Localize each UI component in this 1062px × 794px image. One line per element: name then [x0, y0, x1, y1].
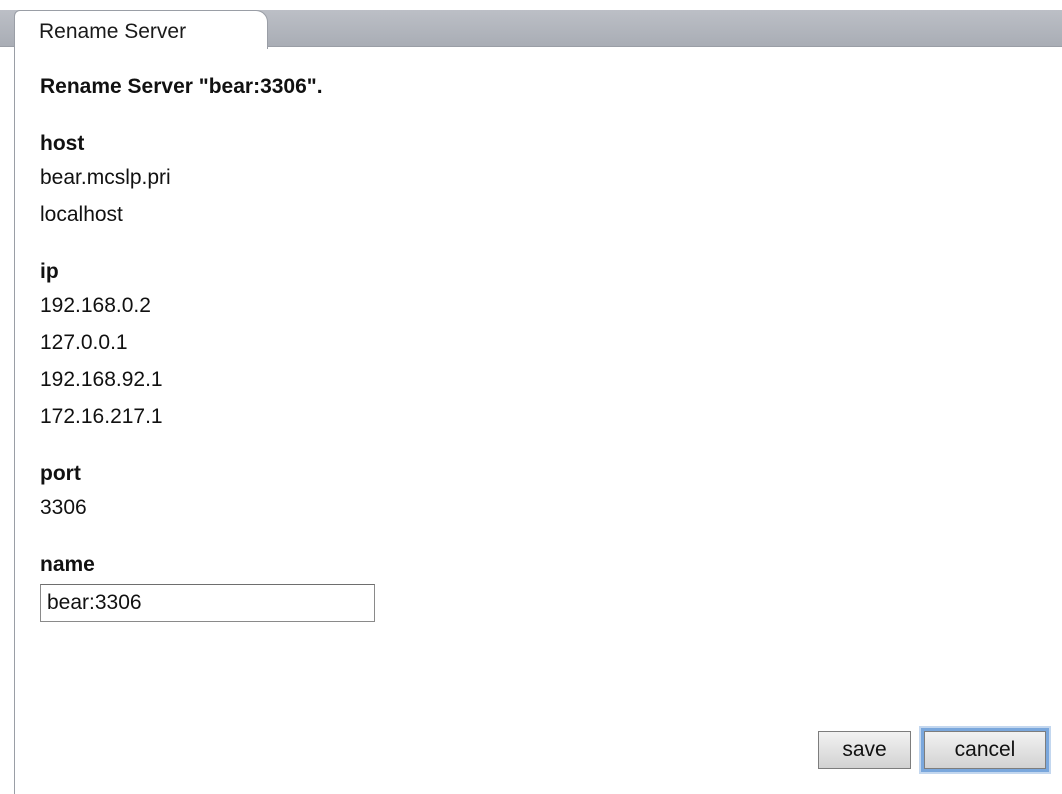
tab-label: Rename Server [39, 20, 187, 43]
panel-border [14, 46, 15, 794]
save-button[interactable]: save [818, 731, 911, 769]
ip-value: 192.168.92.1 [40, 368, 163, 391]
ip-value: 127.0.0.1 [40, 331, 128, 354]
port-label: port [40, 462, 81, 485]
ip-value: 192.168.0.2 [40, 294, 151, 317]
host-value: bear.mcslp.pri [40, 166, 171, 189]
ip-label: ip [40, 260, 59, 283]
name-input[interactable] [40, 584, 375, 622]
page-title: Rename Server "bear:3306". [40, 75, 323, 98]
host-value: localhost [40, 203, 123, 226]
port-value: 3306 [40, 496, 87, 519]
name-label: name [40, 553, 95, 576]
tab-rename-server[interactable]: Rename Server [14, 10, 268, 49]
cancel-button[interactable]: cancel [924, 731, 1046, 769]
form-content: Rename Server "bear:3306". host bear.mcs… [40, 72, 1040, 622]
rename-server-panel: Rename Server Rename Server "bear:3306".… [0, 0, 1062, 794]
ip-value: 172.16.217.1 [40, 405, 163, 428]
host-label: host [40, 132, 85, 155]
